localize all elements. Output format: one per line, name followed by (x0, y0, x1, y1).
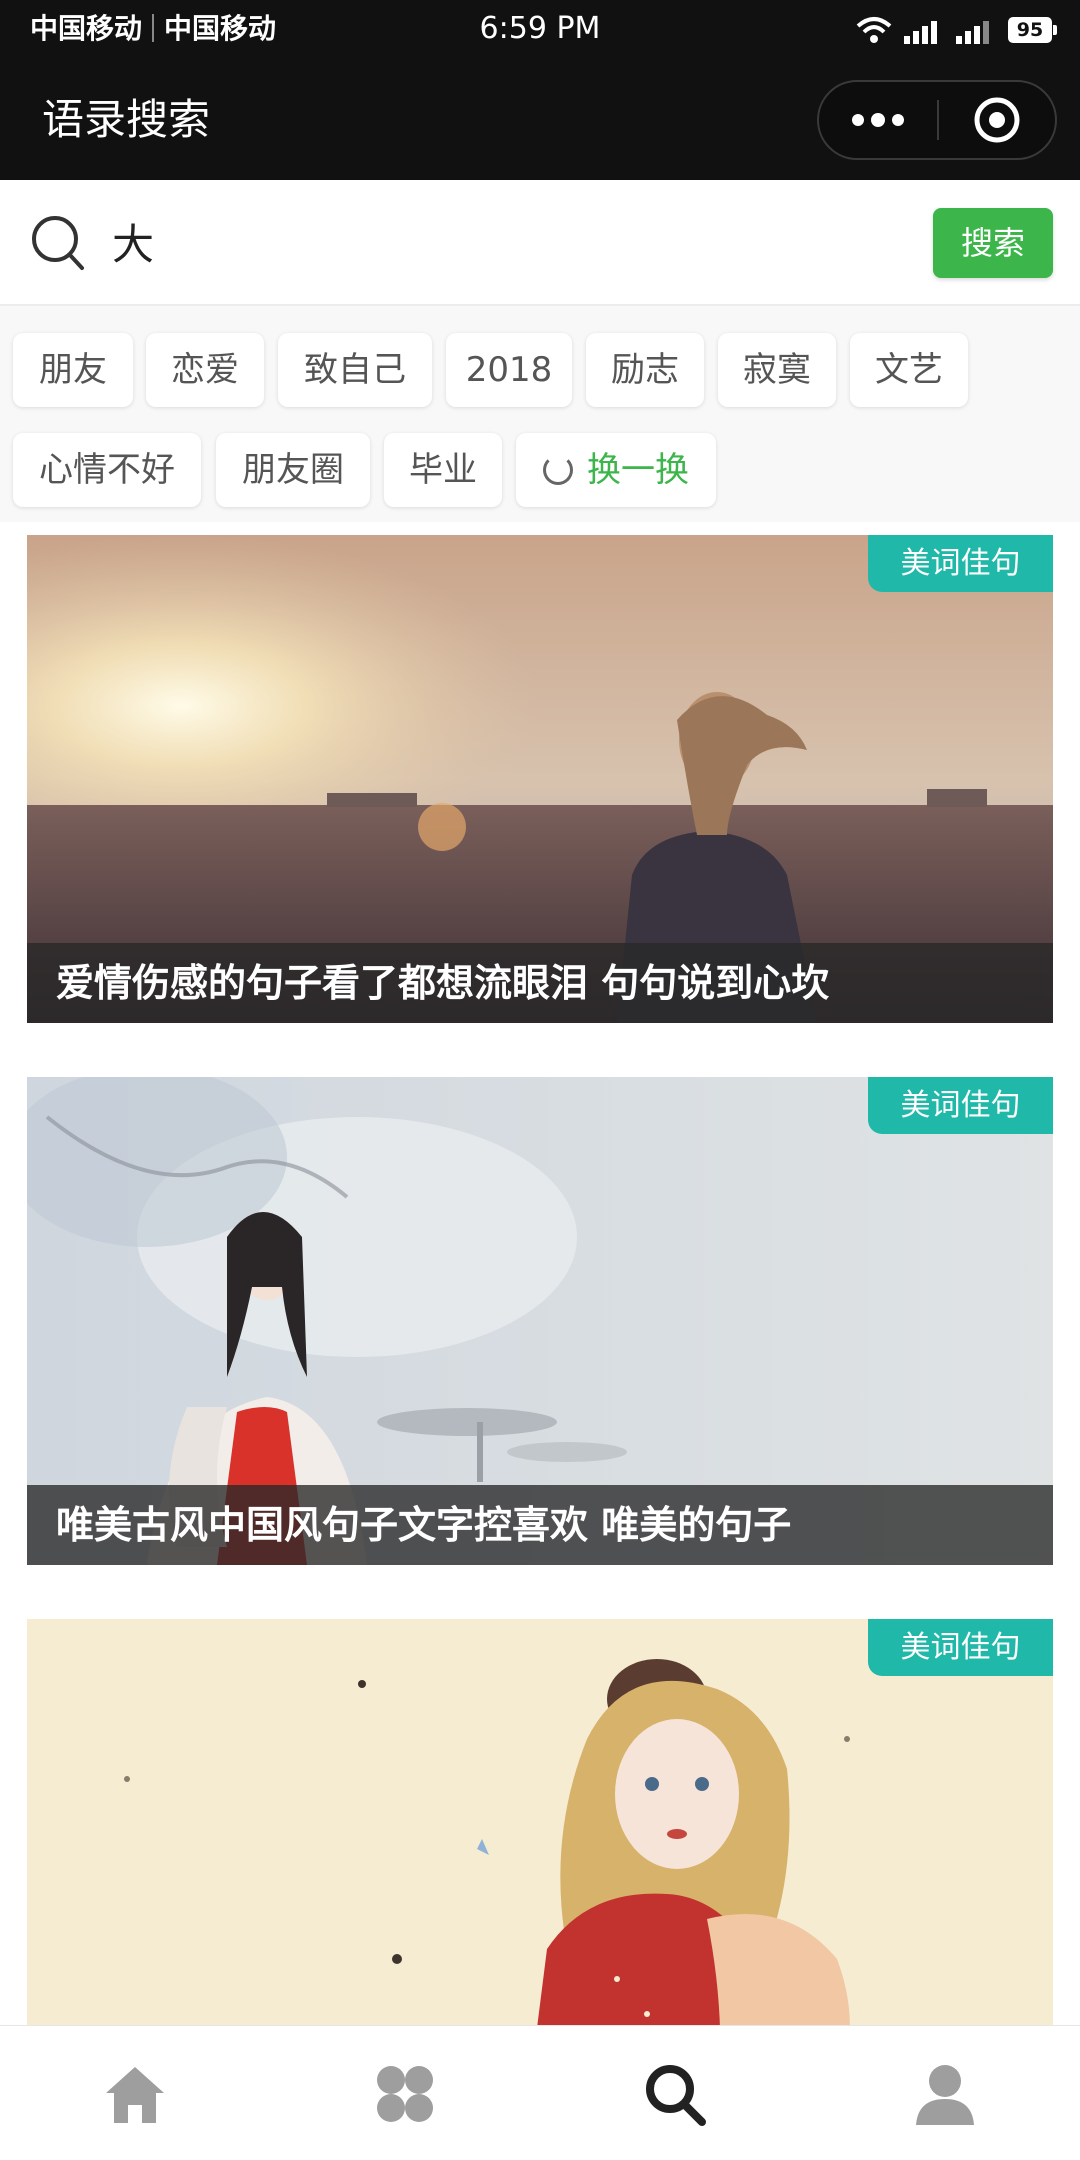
tag-item[interactable]: 文艺 (850, 333, 968, 407)
search-icon (32, 216, 84, 270)
card-title: 爱情伤感的句子看了都想流眼泪 句句说到心坎 (27, 943, 1053, 1023)
tag-item[interactable]: 心情不好 (13, 433, 201, 507)
battery-indicator: 95 (1008, 17, 1057, 43)
article-card[interactable]: 美词佳句 爱情伤感的句子看了都想流眼泪 句句说到心坎 (27, 535, 1053, 1023)
status-icons: 95 (856, 14, 1057, 46)
tab-discover[interactable] (270, 2026, 540, 2160)
user-icon (916, 2064, 974, 2125)
tab-profile[interactable] (810, 2026, 1080, 2160)
tab-search[interactable] (540, 2026, 810, 2160)
tab-bar (0, 2025, 1080, 2160)
nav-bar: 语录搜索 (0, 58, 1080, 180)
refresh-tags-button[interactable]: 换一换 (516, 433, 716, 507)
tag-item[interactable]: 励志 (586, 333, 704, 407)
hot-tags: 朋友 恋爱 致自己 2018 励志 寂寞 文艺 心情不好 朋友圈 毕业 换一换 (0, 306, 1080, 522)
wifi-icon (856, 17, 892, 43)
home-icon (106, 2066, 164, 2123)
tag-item[interactable]: 朋友 (13, 333, 133, 407)
close-button[interactable] (939, 82, 1055, 158)
apps-icon (377, 2065, 433, 2122)
search-icon (646, 2064, 706, 2126)
refresh-icon (543, 455, 573, 485)
tag-item[interactable]: 2018 (446, 333, 572, 407)
tag-item[interactable]: 寂寞 (718, 333, 836, 407)
page-title: 语录搜索 (42, 95, 211, 144)
tag-item[interactable]: 恋爱 (146, 333, 264, 407)
signal-icon-2 (956, 21, 989, 44)
search-bar: 搜索 (0, 180, 1080, 306)
mini-program-capsule (817, 80, 1057, 160)
target-icon (974, 97, 1020, 143)
status-bar: 中国移动 中国移动 6:59 PM 95 (0, 0, 1080, 58)
tag-item[interactable]: 毕业 (384, 433, 502, 507)
signal-icon (904, 21, 937, 44)
category-badge: 美词佳句 (868, 1077, 1053, 1134)
tag-item[interactable]: 致自己 (278, 333, 432, 407)
refresh-label: 换一换 (587, 450, 689, 490)
tab-home[interactable] (0, 2026, 270, 2160)
tag-item[interactable]: 朋友圈 (216, 433, 370, 507)
search-input[interactable] (112, 210, 912, 272)
more-button[interactable] (819, 82, 937, 158)
search-button[interactable]: 搜索 (933, 208, 1053, 278)
more-icon (852, 113, 904, 127)
category-badge: 美词佳句 (868, 1619, 1053, 1676)
category-badge: 美词佳句 (868, 535, 1053, 592)
article-card[interactable]: 美词佳句 唯美古风中国风句子文字控喜欢 唯美的句子 (27, 1077, 1053, 1565)
card-title: 唯美古风中国风句子文字控喜欢 唯美的句子 (27, 1485, 1053, 1565)
